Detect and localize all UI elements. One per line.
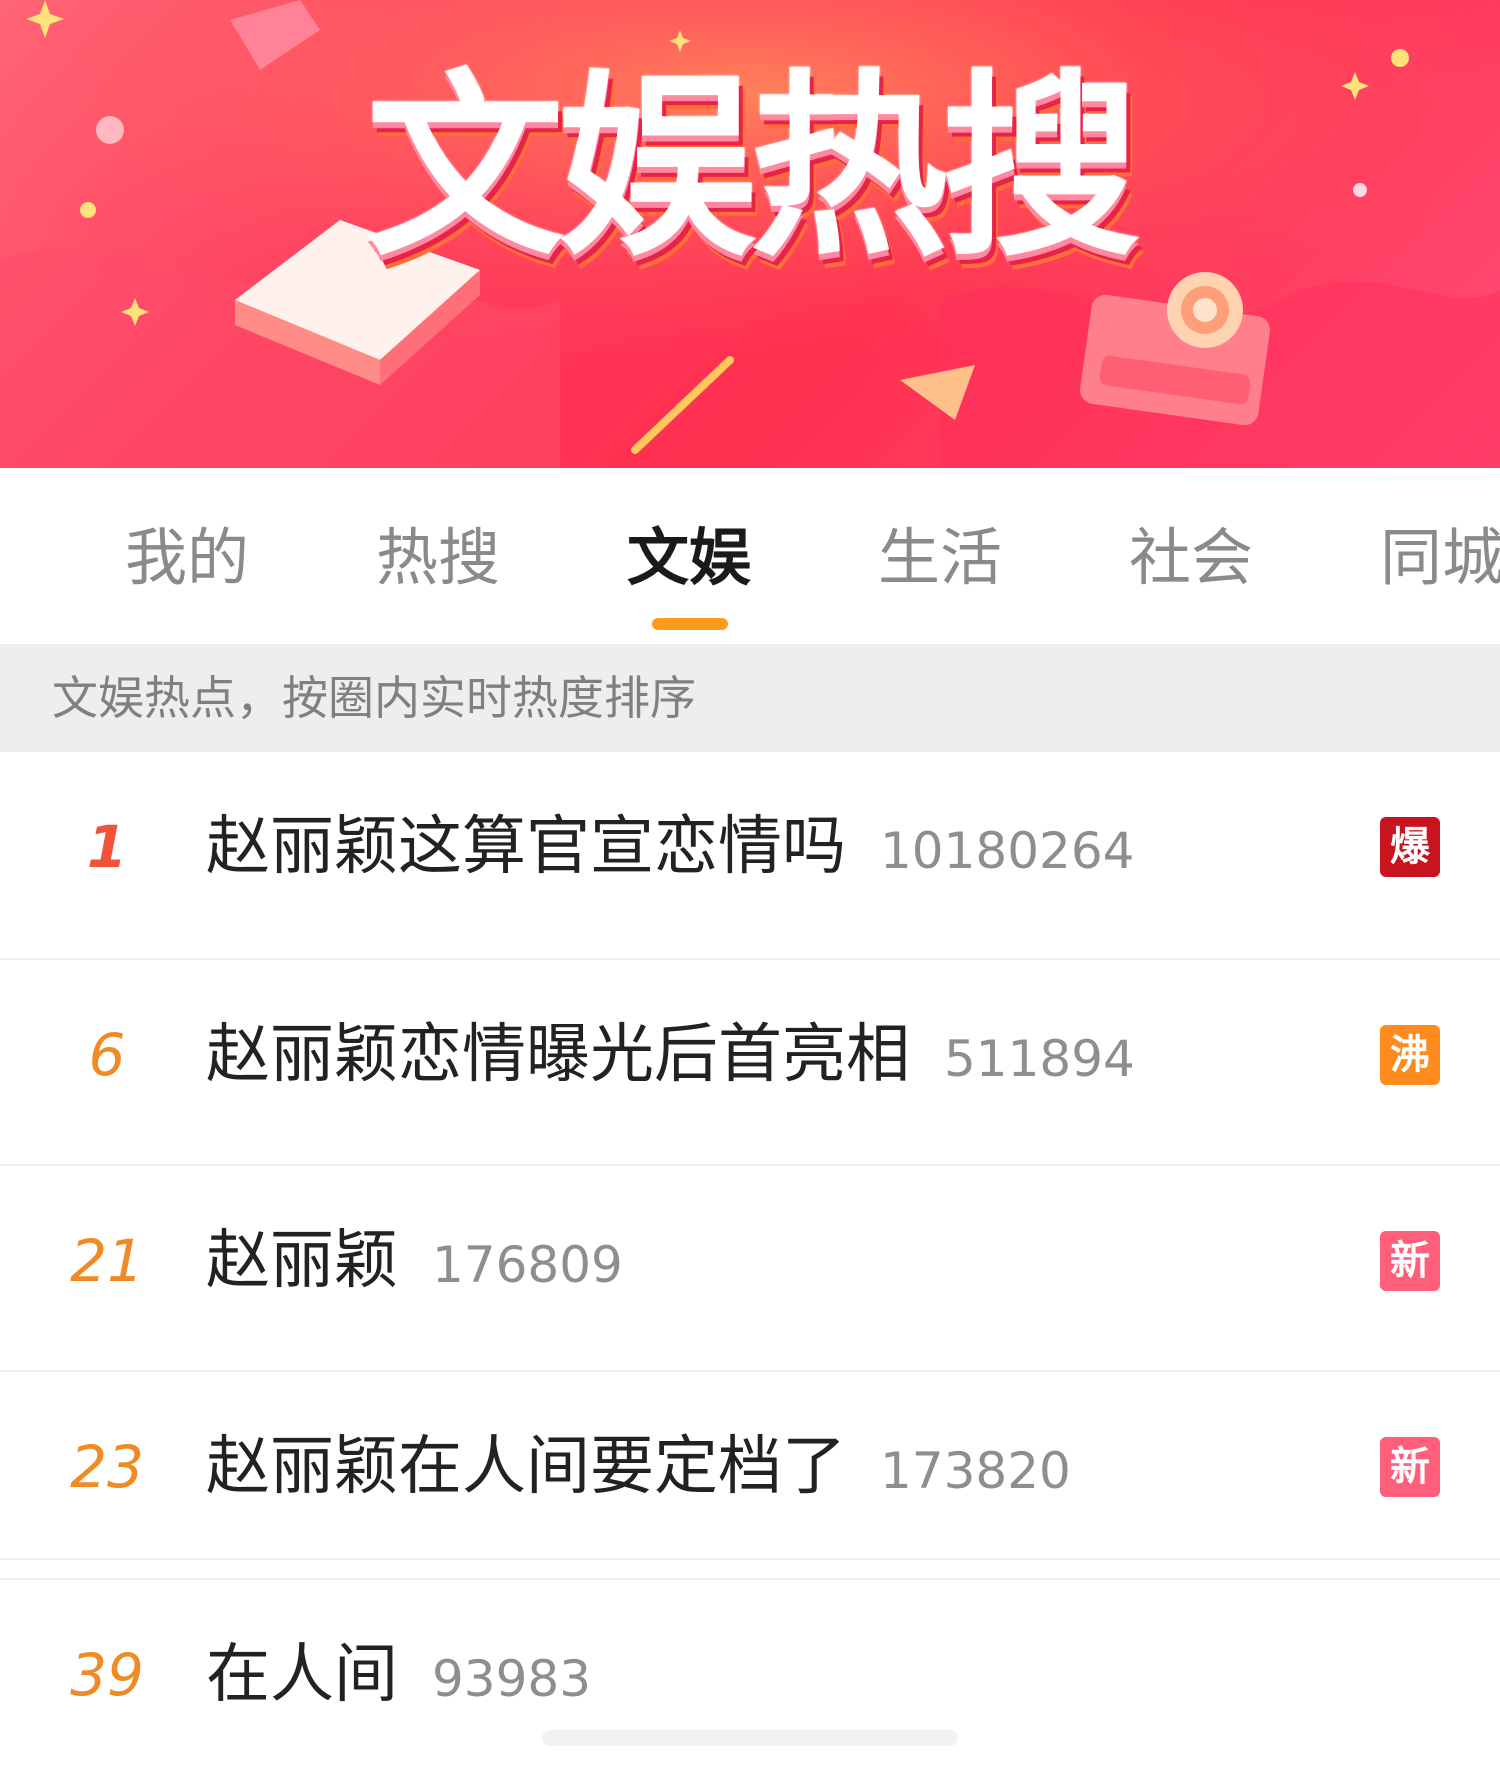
boiling-badge: 沸 bbox=[1380, 1025, 1440, 1085]
hot-badge: 爆 bbox=[1380, 817, 1440, 877]
tab-bar: 我的 热搜 文娱 生活 社会 同城 bbox=[0, 468, 1500, 644]
active-tab-indicator bbox=[652, 618, 728, 630]
list-item[interactable]: 23 赵丽颖在人间要定档了 173820 新 bbox=[0, 1372, 1500, 1562]
heat-count: 511894 bbox=[944, 1030, 1135, 1088]
rank-number: 39 bbox=[70, 1641, 144, 1709]
heat-count: 10180264 bbox=[880, 822, 1135, 880]
rank-number: 1 bbox=[86, 813, 128, 881]
home-indicator[interactable] bbox=[542, 1730, 958, 1746]
topic-title: 赵丽颖这算官宣恋情吗 10180264 bbox=[206, 752, 1135, 946]
row-divider bbox=[0, 1558, 1500, 1560]
rank-number: 6 bbox=[88, 1021, 126, 1089]
topic-text: 赵丽颖在人间要定档了 bbox=[206, 1430, 846, 1504]
heat-count: 176809 bbox=[432, 1236, 623, 1294]
topic-text: 在人间 bbox=[206, 1638, 398, 1712]
list-item[interactable]: 6 赵丽颖恋情曝光后首亮相 511894 沸 bbox=[0, 960, 1500, 1150]
topic-text: 赵丽颖恋情曝光后首亮相 bbox=[206, 1018, 910, 1092]
list-item[interactable]: 21 赵丽颖 176809 新 bbox=[0, 1166, 1500, 1356]
banner: 文娱热搜 bbox=[0, 0, 1500, 468]
list-item[interactable]: 1 赵丽颖这算官宣恋情吗 10180264 爆 bbox=[0, 752, 1500, 942]
section-description: 文娱热点，按圈内实时热度排序 bbox=[0, 644, 1500, 752]
tab-mine[interactable]: 我的 bbox=[125, 518, 249, 598]
topic-title: 赵丽颖 176809 bbox=[206, 1166, 623, 1360]
tab-local[interactable]: 同城 bbox=[1380, 518, 1500, 598]
heat-count: 173820 bbox=[880, 1442, 1071, 1500]
tab-entertainment[interactable]: 文娱 bbox=[627, 518, 751, 598]
topic-title: 赵丽颖恋情曝光后首亮相 511894 bbox=[206, 960, 1135, 1154]
topic-text: 赵丽颖 bbox=[206, 1224, 398, 1298]
tab-society[interactable]: 社会 bbox=[1129, 518, 1253, 598]
section-description-text: 文娱热点，按圈内实时热度排序 bbox=[52, 671, 696, 725]
banner-title: 文娱热搜 bbox=[366, 52, 1140, 283]
topic-title: 赵丽颖在人间要定档了 173820 bbox=[206, 1372, 1071, 1566]
topic-title: 在人间 93983 bbox=[206, 1580, 591, 1774]
new-badge: 新 bbox=[1380, 1437, 1440, 1497]
topic-text: 赵丽颖这算官宣恋情吗 bbox=[206, 810, 846, 884]
tab-hot-search[interactable]: 热搜 bbox=[376, 518, 500, 598]
heat-count: 93983 bbox=[432, 1650, 592, 1708]
new-badge: 新 bbox=[1380, 1231, 1440, 1291]
rank-number: 21 bbox=[70, 1227, 144, 1295]
rank-number: 23 bbox=[70, 1433, 144, 1501]
tab-life[interactable]: 生活 bbox=[878, 518, 1002, 598]
